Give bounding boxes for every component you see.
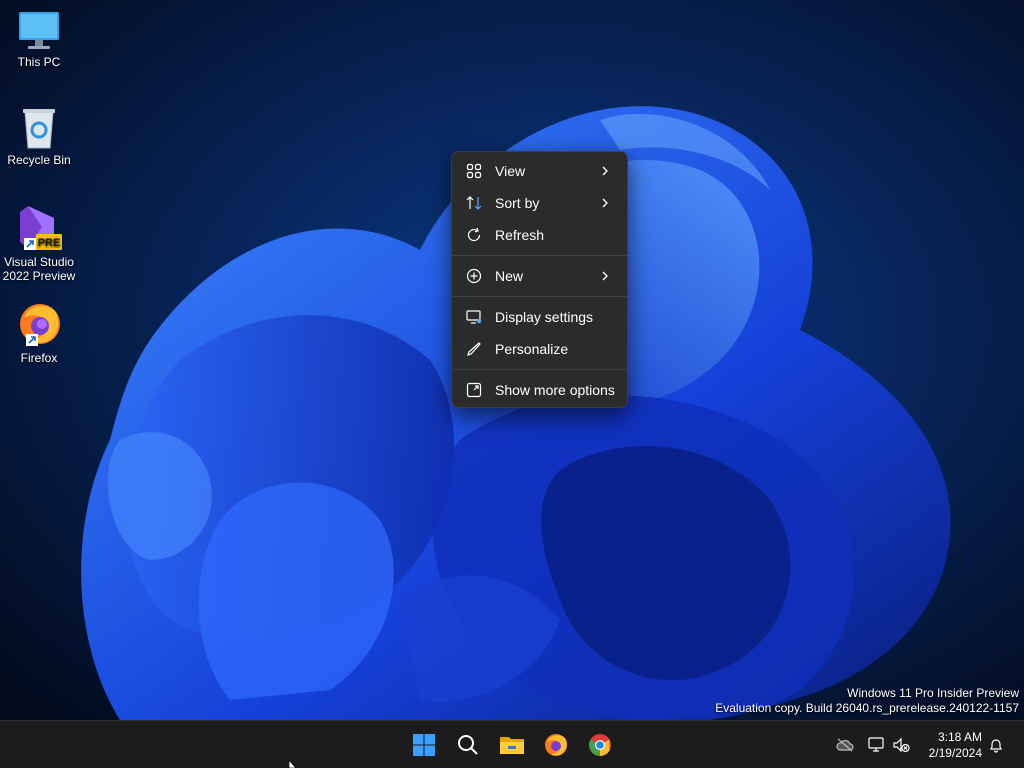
menu-item-view[interactable]: View (456, 156, 623, 186)
menu-item-label: New (495, 268, 524, 284)
desktop-icon-firefox[interactable]: Firefox (1, 300, 77, 365)
menu-item-label: Display settings (495, 309, 594, 325)
search-icon (458, 735, 478, 755)
mouse-cursor-icon (289, 760, 297, 768)
file-explorer-button[interactable] (496, 729, 528, 761)
desktop-icon-label: This PC (17, 55, 61, 69)
chrome-icon (589, 734, 611, 756)
firefox-icon (545, 734, 567, 756)
start-button[interactable] (408, 729, 440, 761)
display-settings-icon (465, 308, 483, 326)
sort-icon (465, 194, 483, 212)
watermark-line2: Evaluation copy. Build 26040.rs_prerelea… (715, 701, 1019, 715)
desktop-context-menu: View Sort by Refresh New Display setting… (451, 151, 628, 408)
clock-date: 2/19/2024 (928, 746, 982, 760)
clock[interactable]: 3:18 AM 2/19/2024 (929, 729, 982, 761)
volume-muted-icon (893, 737, 910, 753)
refresh-icon (465, 226, 483, 244)
network-icon (868, 737, 884, 752)
evaluation-watermark: Windows 11 Pro Insider Preview Evaluatio… (715, 686, 1019, 716)
menu-item-label: View (495, 163, 526, 179)
chrome-taskbar-button[interactable] (584, 729, 616, 761)
search-button[interactable] (452, 729, 484, 761)
chevron-right-icon (601, 164, 609, 180)
volume-tray-button[interactable] (891, 736, 911, 754)
menu-item-personalize[interactable]: Personalize (456, 334, 623, 364)
visual-studio-icon: PRE (20, 206, 62, 250)
clock-time: 3:18 AM (937, 730, 982, 744)
chevron-right-icon (601, 196, 609, 212)
network-tray-button[interactable] (866, 736, 886, 754)
monitor-icon (19, 12, 59, 49)
pen-icon (465, 340, 483, 358)
menu-item-label: Sort by (495, 195, 540, 211)
expand-icon (465, 381, 483, 399)
desktop-icon-label-line2: 2022 Preview (2, 269, 76, 283)
desktop-icon-label-line1: Visual Studio (4, 255, 74, 269)
menu-item-refresh[interactable]: Refresh (456, 220, 623, 250)
menu-separator (452, 255, 627, 256)
recycle-bin-icon (23, 109, 55, 149)
grid-icon (465, 162, 483, 180)
menu-item-new[interactable]: New (456, 261, 623, 291)
menu-item-label: Personalize (495, 341, 569, 357)
onedrive-tray-button[interactable] (835, 736, 855, 754)
firefox-taskbar-button[interactable] (540, 729, 572, 761)
menu-item-display-settings[interactable]: Display settings (456, 302, 623, 332)
menu-item-sort-by[interactable]: Sort by (456, 188, 623, 218)
desktop-icon-label: Firefox (20, 351, 58, 365)
desktop-icon-recycle-bin[interactable]: Recycle Bin (1, 106, 77, 167)
firefox-icon (20, 304, 60, 346)
plus-circle-icon (465, 267, 483, 285)
menu-separator (452, 296, 627, 297)
notifications-button[interactable] (986, 736, 1006, 754)
file-explorer-icon (500, 737, 524, 754)
taskbar: 3:18 AM 2/19/2024 (0, 720, 1024, 768)
menu-item-label: Refresh (495, 227, 545, 243)
bell-icon (990, 739, 1002, 753)
cloud-off-icon (836, 738, 854, 752)
menu-item-label: Show more options (495, 382, 615, 398)
desktop-icon-visual-studio[interactable]: PRE Visual Studio 2022 Preview (1, 202, 77, 283)
desktop-icon-this-pc[interactable]: This PC (1, 8, 77, 69)
start-icon (413, 734, 435, 756)
desktop-icon-label: Recycle Bin (7, 153, 71, 167)
watermark-line1: Windows 11 Pro Insider Preview (847, 686, 1019, 700)
menu-separator (452, 369, 627, 370)
menu-item-show-more-options[interactable]: Show more options (456, 375, 623, 405)
svg-text:PRE: PRE (38, 237, 61, 249)
chevron-right-icon (601, 269, 609, 285)
